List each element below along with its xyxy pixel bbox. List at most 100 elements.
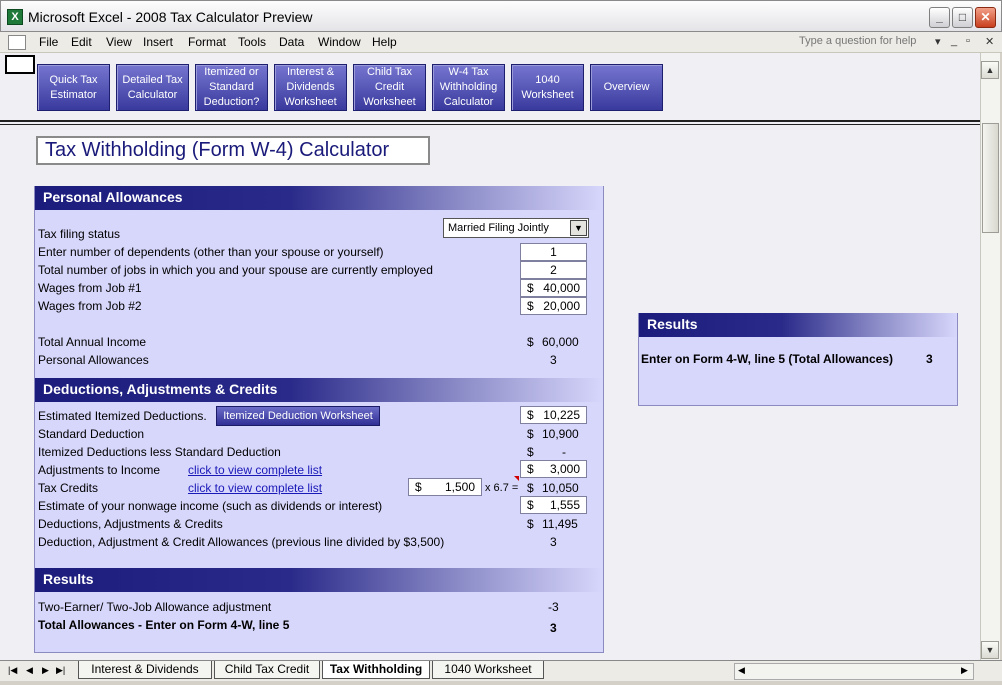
tax-credits-input[interactable]: $1,500 [408,478,482,496]
nonwage-input[interactable]: $1,555 [520,496,587,514]
job2-wages-input[interactable]: $20,000 [520,297,587,315]
dropdown-arrow-icon[interactable]: ▼ [570,220,587,236]
ask-dropdown-icon[interactable]: ▾ [935,35,941,48]
workbook-icon [8,35,26,50]
nav-quick-tax-estimator[interactable]: Quick Tax Estimator [37,64,110,111]
tax-credits-label: Tax Credits [38,481,99,495]
filing-status-value: Married Filing Jointly [448,222,549,234]
menu-help[interactable]: Help [372,35,397,49]
next-sheet-icon[interactable]: ▶ [42,665,49,676]
ask-question-box[interactable]: Type a question for help [799,35,916,47]
scroll-down-icon[interactable]: ▼ [981,641,999,659]
nav-child-tax-credit[interactable]: Child Tax Credit Worksheet [353,64,426,111]
filing-status-label: Tax filing status [38,227,121,241]
total-income-label: Total Annual Income [38,335,147,349]
minimize-button[interactable]: _ [929,7,950,28]
menu-file[interactable]: File [39,35,58,49]
maximize-button[interactable]: □ [952,7,973,28]
filing-status-select[interactable]: Married Filing Jointly ▼ [443,218,589,238]
title-bar: X Microsoft Excel - 2008 Tax Calculator … [0,0,1002,32]
vertical-scrollbar[interactable]: ▲ ▼ [980,53,1000,660]
jobs-input[interactable]: 2 [520,261,587,279]
itemized-input[interactable]: $10,225 [520,406,587,424]
menu-edit[interactable]: Edit [71,35,92,49]
scroll-right-icon[interactable]: ▶ [961,665,968,676]
currency-symbol: $ [527,335,534,349]
currency-symbol: $ [527,445,534,459]
nav-overview[interactable]: Overview [590,64,663,111]
tab-interest-dividends[interactable]: Interest & Dividends [78,661,212,679]
nav-interest-dividends[interactable]: Interest & Dividends Worksheet [274,64,347,111]
scroll-thumb[interactable] [982,123,999,233]
doc-minimize-icon[interactable]: _ [951,35,957,47]
nav-detailed-tax-calculator[interactable]: Detailed Tax Calculator [116,64,189,111]
section-header-personal: Personal Allowances [35,186,603,210]
personal-allowances-label: Personal Allowances [38,353,149,367]
tab-1040-worksheet[interactable]: 1040 Worksheet [432,661,544,679]
job1-wages-input[interactable]: $40,000 [520,279,587,297]
horizontal-scrollbar[interactable]: ◀ ▶ [734,663,974,680]
dependents-label: Enter number of dependents (other than y… [38,245,384,259]
prev-sheet-icon[interactable]: ◀ [26,665,33,676]
adjustments-label: Adjustments to Income [38,463,161,477]
deduction-allowances-value: 3 [550,535,557,549]
tab-child-tax-credit[interactable]: Child Tax Credit [214,661,320,679]
total-income-value: 60,000 [542,335,579,349]
nav-itemized-or-standard[interactable]: Itemized or Standard Deduction? [195,64,268,111]
section-header-deductions: Deductions, Adjustments & Credits [35,378,603,402]
side-results-value: 3 [926,352,933,366]
itemized-less-label: Itemized Deductions less Standard Deduct… [38,445,281,459]
nav-w4-withholding[interactable]: W-4 Tax Withholding Calculator [432,64,505,111]
first-sheet-icon[interactable]: |◀ [8,665,17,676]
currency-symbol: $ [527,427,534,441]
menu-data[interactable]: Data [279,35,304,49]
side-results-label: Enter on Form 4-W, line 5 (Total Allowan… [641,352,894,366]
last-sheet-icon[interactable]: ▶| [56,665,65,676]
scroll-up-icon[interactable]: ▲ [981,61,999,79]
credits-list-link[interactable]: click to view complete list [188,481,322,495]
job2-label: Wages from Job #2 [38,299,142,313]
divider [0,120,980,122]
doc-close-icon[interactable]: ✕ [985,35,994,48]
doc-restore-icon[interactable]: ▫ [966,35,970,47]
side-results-header: Results [639,313,957,337]
window-title: Microsoft Excel - 2008 Tax Calculator Pr… [28,9,313,25]
deductions-total-label: Deductions, Adjustments & Credits [38,517,223,531]
nav-1040-worksheet[interactable]: 1040 Worksheet [511,64,584,111]
currency-symbol: $ [527,517,534,531]
currency-symbol: $ [527,481,534,495]
total-allowances-label: Total Allowances - Enter on Form 4-W, li… [38,618,290,632]
sheet-tab-bar: |◀ ◀ ▶ ▶| Interest & Dividends Child Tax… [0,660,1002,681]
jobs-label: Total number of jobs in which you and yo… [38,263,433,277]
tax-credits-value: 10,050 [542,481,579,495]
excel-icon: X [7,9,23,25]
menu-window[interactable]: Window [318,35,361,49]
adjustments-input[interactable]: $3,000 [520,460,587,478]
menu-insert[interactable]: Insert [143,35,173,49]
adjustments-list-link[interactable]: click to view complete list [188,463,322,477]
dependents-input[interactable]: 1 [520,243,587,261]
close-button[interactable]: ✕ [975,7,996,28]
deductions-total-value: 11,495 [542,517,578,531]
personal-allowances-value: 3 [550,353,557,367]
two-job-label: Two-Earner/ Two-Job Allowance adjustment [38,600,272,614]
credits-multiplier: x 6.7 = [485,482,519,494]
standard-value: 10,900 [542,427,579,441]
menu-format[interactable]: Format [188,35,226,49]
itemized-label: Estimated Itemized Deductions. [38,409,207,423]
itemized-worksheet-button[interactable]: Itemized Deduction Worksheet [216,406,380,426]
two-job-value: -3 [548,600,559,614]
tab-tax-withholding[interactable]: Tax Withholding [322,661,430,679]
job1-label: Wages from Job #1 [38,281,142,295]
menu-view[interactable]: View [106,35,132,49]
selected-cell[interactable] [5,55,35,74]
deduction-allowances-label: Deduction, Adjustment & Credit Allowance… [38,535,445,549]
menu-tools[interactable]: Tools [238,35,266,49]
scroll-left-icon[interactable]: ◀ [738,665,745,676]
total-allowances-value: 3 [550,621,557,635]
divider [0,124,980,125]
standard-label: Standard Deduction [38,427,145,441]
menu-bar: File Edit View Insert Format Tools Data … [0,32,1002,53]
itemized-less-value: - [562,445,566,459]
nonwage-label: Estimate of your nonwage income (such as… [38,499,383,513]
